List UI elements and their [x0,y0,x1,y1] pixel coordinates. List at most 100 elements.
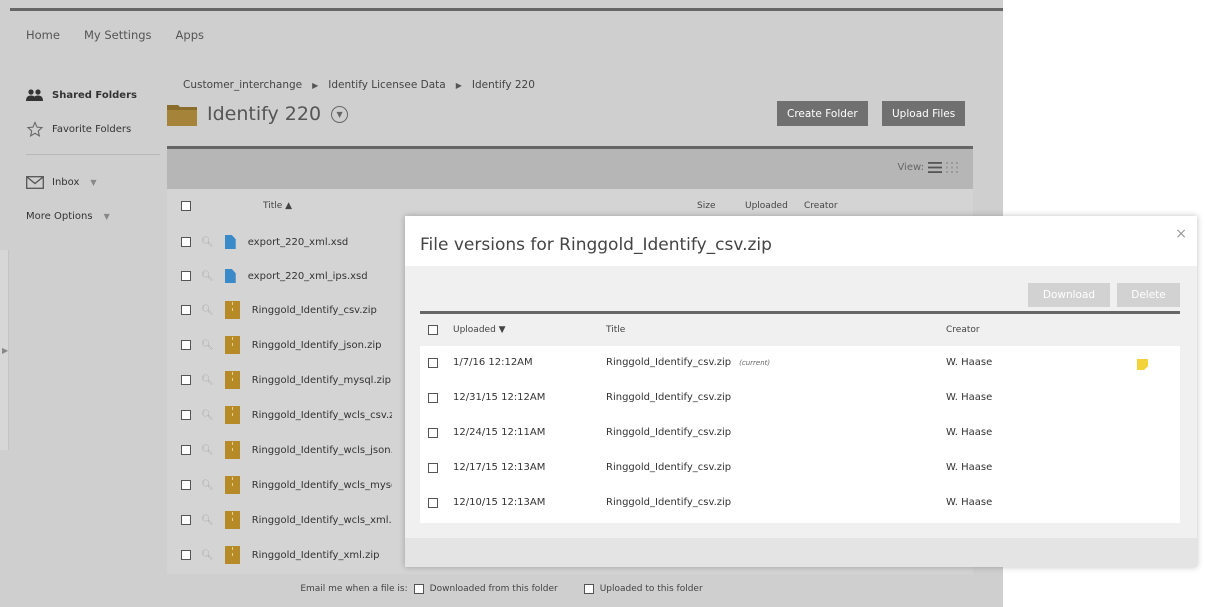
version-title[interactable]: Ringgold_Identify_csv.zip [606,427,731,438]
preview-magnifier-icon[interactable]: 🔍︎ [201,480,214,491]
version-uploaded: 12/31/15 12:12AM [453,392,546,403]
column-title[interactable]: Title [606,325,625,335]
row-checkbox[interactable] [181,550,191,560]
file-name[interactable]: Ringgold_Identify_wcls_csv.zip [252,410,392,421]
grid-view-icon[interactable] [946,162,959,173]
sidebar-item-favorite-folders[interactable]: Favorite Folders [26,112,160,146]
view-toggle: View: [897,162,959,173]
preview-magnifier-icon[interactable]: 🔍︎ [201,410,214,421]
row-checkbox[interactable] [181,515,191,525]
version-title[interactable]: Ringgold_Identify_csv.zip [606,497,731,508]
row-checkbox[interactable] [428,428,438,438]
preview-magnifier-icon[interactable]: 🔍︎ [201,340,214,351]
preview-magnifier-icon[interactable]: 🔍︎ [201,550,214,561]
file-row[interactable]: 🔍︎ export_220_xml_ips.xsd [167,259,405,293]
column-uploaded[interactable]: Uploaded ▼ [453,325,506,335]
preview-magnifier-icon[interactable]: 🔍︎ [201,375,214,386]
file-row[interactable]: 🔍︎ Ringgold_Identify_wcls_xml.zip [167,503,405,537]
sidebar-divider [26,154,160,155]
file-name[interactable]: Ringgold_Identify_wcls_mysql.zip [252,480,392,491]
download-button[interactable]: Download [1028,283,1110,307]
version-row[interactable]: 12/24/15 12:11AM Ringgold_Identify_csv.z… [420,416,1180,451]
versions-table: Uploaded ▼ Title Creator 1/7/16 12:12AM … [420,311,1180,523]
version-creator: W. Haase [946,497,993,508]
file-row[interactable]: 🔍︎ Ringgold_Identify_csv.zip [167,293,405,327]
column-creator[interactable]: Creator [804,201,838,211]
file-name[interactable]: Ringgold_Identify_wcls_json.zip [252,445,392,456]
zip-file-icon [224,546,240,564]
version-row[interactable]: 12/17/15 12:13AM Ringgold_Identify_csv.z… [420,451,1180,486]
notify-uploaded-checkbox[interactable] [583,584,594,594]
nav-home[interactable]: Home [26,28,60,42]
row-checkbox[interactable] [181,340,191,350]
list-view-icon[interactable] [928,162,942,173]
version-creator: W. Haase [946,357,993,368]
file-row[interactable]: 🔍︎ Ringgold_Identify_json.zip [167,328,405,362]
file-row[interactable]: 🔍︎ Ringgold_Identify_xml.zip [167,538,405,572]
version-uploaded: 1/7/16 12:12AM [453,357,533,368]
sticky-note-icon[interactable] [1137,359,1148,370]
preview-magnifier-icon[interactable]: 🔍︎ [201,305,214,316]
row-checkbox[interactable] [428,393,438,403]
row-checkbox[interactable] [181,410,191,420]
row-checkbox[interactable] [181,445,191,455]
row-checkbox[interactable] [181,480,191,490]
file-name[interactable]: Ringgold_Identify_wcls_xml.zip [252,515,392,526]
file-row[interactable]: 🔍︎ Ringgold_Identify_wcls_csv.zip [167,398,405,432]
row-checkbox[interactable] [428,358,438,368]
zip-file-icon [224,336,240,354]
file-row[interactable]: 🔍︎ export_220_xml.xsd [167,225,405,259]
column-creator[interactable]: Creator [946,325,980,335]
preview-magnifier-icon[interactable]: 🔍︎ [201,515,214,526]
sidebar-item-shared-folders[interactable]: Shared Folders [26,78,160,112]
close-icon[interactable]: × [1175,226,1187,242]
preview-magnifier-icon[interactable]: 🔍︎ [201,237,214,248]
column-title[interactable]: Title ▲ [263,201,292,211]
column-size[interactable]: Size [697,201,715,211]
file-name[interactable]: Ringgold_Identify_json.zip [252,340,392,351]
folder-options-chevron-icon[interactable]: ▼ [331,105,349,123]
version-row[interactable]: 12/10/15 12:13AM Ringgold_Identify_csv.z… [420,486,1180,521]
version-row[interactable]: 12/31/15 12:12AM Ringgold_Identify_csv.z… [420,381,1180,416]
nav-my-settings[interactable]: My Settings [84,28,152,42]
create-folder-button[interactable]: Create Folder [777,101,868,126]
notify-downloaded-checkbox[interactable] [413,584,424,594]
sidebar-item-more-options[interactable]: More Options ▼ [26,199,160,233]
delete-button[interactable]: Delete [1117,283,1180,307]
row-checkbox[interactable] [181,237,191,247]
file-name[interactable]: Ringgold_Identify_mysql.zip [252,375,392,386]
version-title[interactable]: Ringgold_Identify_csv.zip [606,462,731,473]
file-row[interactable]: 🔍︎ Ringgold_Identify_wcls_json.zip [167,433,405,467]
row-checkbox[interactable] [428,498,438,508]
row-checkbox[interactable] [181,271,191,281]
version-title[interactable]: Ringgold_Identify_csv.zip [606,392,731,403]
file-name[interactable]: export_220_xml_ips.xsd [248,271,388,282]
select-all-checkbox[interactable] [428,325,438,335]
column-uploaded[interactable]: Uploaded [745,201,788,211]
row-checkbox[interactable] [428,463,438,473]
view-label: View: [897,162,924,173]
sidebar-item-inbox[interactable]: Inbox ▼ [26,165,160,199]
upload-files-button[interactable]: Upload Files [882,101,966,126]
mail-icon [26,175,44,189]
breadcrumb-item[interactable]: Customer_interchange [183,79,302,91]
version-title[interactable]: Ringgold_Identify_csv.zip [606,357,731,368]
version-creator: W. Haase [946,462,993,473]
file-row[interactable]: 🔍︎ Ringgold_Identify_mysql.zip [167,363,405,397]
preview-magnifier-icon[interactable]: 🔍︎ [201,445,214,456]
select-all-checkbox[interactable] [181,201,191,211]
email-notify-label: Email me when a file is: [300,584,408,594]
file-row[interactable]: 🔍︎ Ringgold_Identify_wcls_mysql.zip [167,468,405,502]
nav-apps[interactable]: Apps [176,28,204,42]
file-name[interactable]: export_220_xml.xsd [248,237,388,248]
preview-magnifier-icon[interactable]: 🔍︎ [201,271,214,282]
sidebar-collapse-handle[interactable]: ▶ [0,250,9,450]
file-name[interactable]: Ringgold_Identify_xml.zip [252,550,392,561]
breadcrumb-item[interactable]: Identify Licensee Data [328,79,445,91]
row-checkbox[interactable] [181,375,191,385]
dialog-title: File versions for Ringgold_Identify_csv.… [420,235,772,255]
current-version-tag: (current) [739,359,771,367]
file-name[interactable]: Ringgold_Identify_csv.zip [252,305,392,316]
row-checkbox[interactable] [181,305,191,315]
version-row[interactable]: 1/7/16 12:12AM Ringgold_Identify_csv.zip… [420,346,1180,381]
